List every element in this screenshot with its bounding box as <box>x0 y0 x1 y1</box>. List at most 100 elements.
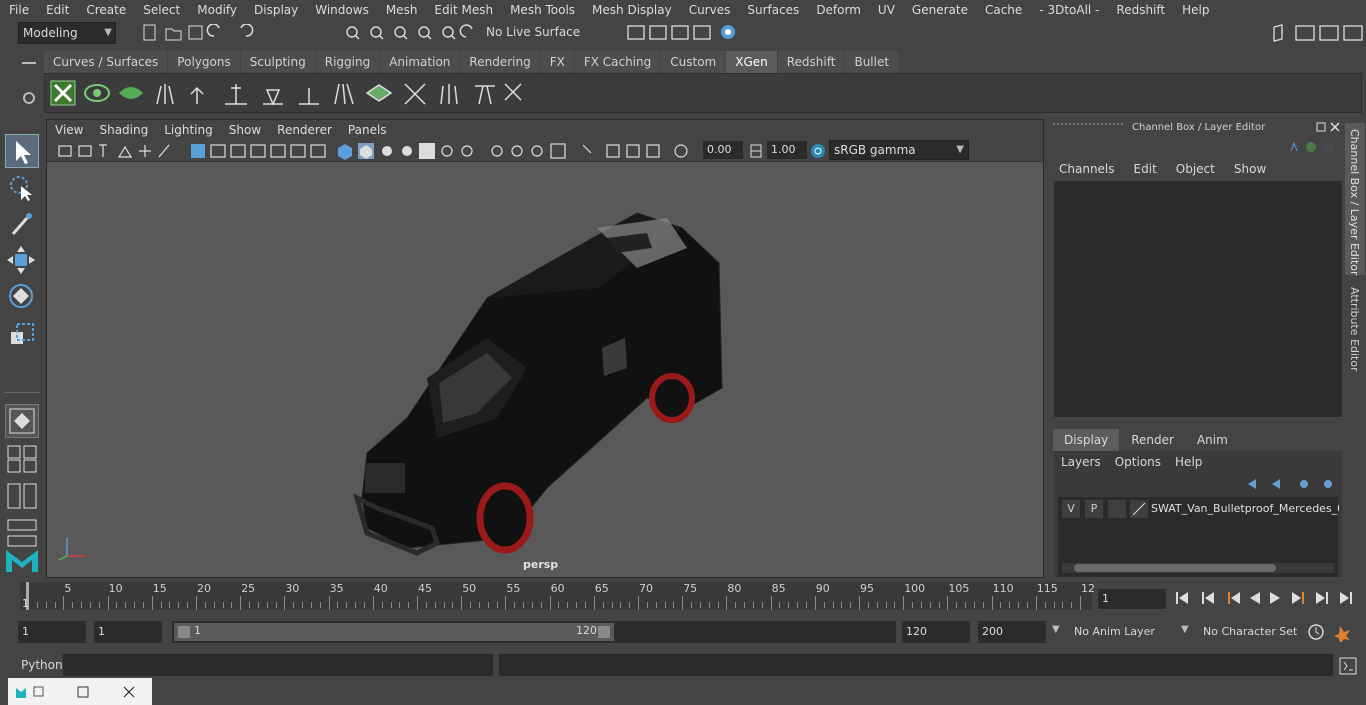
select-tool[interactable] <box>5 134 39 168</box>
viewport-menu-view[interactable]: View <box>47 123 91 137</box>
menu-modify[interactable]: Modify <box>188 0 245 20</box>
viewport-menu-panels[interactable]: Panels <box>340 123 395 137</box>
channel-box-menu-show[interactable]: Show <box>1224 159 1275 179</box>
menu-mesh-tools[interactable]: Mesh Tools <box>501 0 583 20</box>
move-tool[interactable] <box>5 244 39 278</box>
menu-help[interactable]: Help <box>1173 0 1217 20</box>
layer-scrollbar[interactable] <box>1062 563 1334 573</box>
menu-create[interactable]: Create <box>77 0 134 20</box>
playback-end-field[interactable]: 120 <box>902 621 970 643</box>
chevron-down-icon[interactable]: ▼ <box>1181 624 1189 635</box>
viewport-panel[interactable]: View Shading Lighting Show Renderer Panels <box>46 119 1044 578</box>
menu-uv[interactable]: UV <box>869 0 903 20</box>
tab-rigging[interactable]: Rigging <box>315 51 380 73</box>
colorspace-dropdown[interactable]: sRGB gamma ▼ <box>829 140 969 160</box>
tab-animation[interactable]: Animation <box>380 51 460 73</box>
layout-single-button[interactable] <box>5 404 39 438</box>
viewport-menu-lighting[interactable]: Lighting <box>156 123 221 137</box>
layer-menu-options[interactable]: Options <box>1108 451 1168 473</box>
tab-custom[interactable]: Custom <box>661 51 726 73</box>
layer-visibility-toggle[interactable]: V <box>1062 500 1080 518</box>
menu-redshift[interactable]: Redshift <box>1107 0 1173 20</box>
menu-curves[interactable]: Curves <box>680 0 739 20</box>
range-slider-track[interactable]: 1 120 <box>172 621 896 643</box>
scale-tool[interactable] <box>5 318 39 352</box>
viewport-menu-renderer[interactable]: Renderer <box>269 123 340 137</box>
color-management-icon[interactable] <box>809 142 827 160</box>
chevron-down-icon[interactable]: ▼ <box>1052 624 1060 635</box>
gamma-field[interactable]: 1.00 <box>767 141 807 159</box>
viewport-menu-show[interactable]: Show <box>221 123 269 137</box>
anim-layer-dropdown[interactable]: No Anim Layer <box>1074 625 1155 638</box>
menu-mesh[interactable]: Mesh <box>377 0 426 20</box>
menu-3dtoall[interactable]: - 3DtoAll - <box>1030 0 1107 20</box>
channel-box-menu-object[interactable]: Object <box>1166 159 1224 179</box>
step-forward-icon <box>1316 592 1328 604</box>
tab-polygons[interactable]: Polygons <box>168 51 240 73</box>
playback-start-field[interactable]: 1 <box>94 621 162 643</box>
tab-sculpting[interactable]: Sculpting <box>240 51 315 73</box>
xray-icon <box>419 143 435 159</box>
tab-curves-surfaces[interactable]: Curves / Surfaces <box>44 51 168 73</box>
channel-box-menu-channels[interactable]: Channels <box>1049 159 1124 179</box>
lasso-tool[interactable] <box>5 172 39 206</box>
scene-start-field[interactable]: 1 <box>18 621 86 643</box>
exposure-field[interactable]: 0.00 <box>703 141 743 159</box>
side-tab-channel-box[interactable]: Channel Box / Layer Editor <box>1345 123 1365 276</box>
menu-select[interactable]: Select <box>134 0 188 20</box>
menu-cache[interactable]: Cache <box>976 0 1030 20</box>
tab-bullet[interactable]: Bullet <box>845 51 899 73</box>
channel-list[interactable] <box>1054 181 1342 417</box>
range-start-grip[interactable] <box>178 626 190 638</box>
timeline-tick <box>240 596 242 610</box>
toolbox-divider <box>4 392 40 393</box>
layer-menu-layers[interactable]: Layers <box>1054 451 1108 473</box>
layer-playback-toggle[interactable]: P <box>1085 500 1103 518</box>
viewport-menu-shading[interactable]: Shading <box>91 123 156 137</box>
layer-tab-display[interactable]: Display <box>1053 429 1120 451</box>
menu-windows[interactable]: Windows <box>306 0 377 20</box>
close-icon <box>123 686 135 698</box>
character-set-dropdown[interactable]: No Character Set <box>1203 625 1297 638</box>
panel-grip <box>1053 123 1123 133</box>
timeline-tick <box>478 602 480 608</box>
command-language-label[interactable]: Python <box>21 658 63 672</box>
scene-end-field[interactable]: 200 <box>978 621 1046 643</box>
menu-file[interactable]: File <box>0 0 37 20</box>
van-model[interactable] <box>347 208 737 558</box>
tab-fx[interactable]: FX <box>540 51 574 73</box>
paint-select-tool[interactable] <box>5 208 39 242</box>
channel-box-menu-edit[interactable]: Edit <box>1124 159 1166 179</box>
mode-dropdown[interactable]: Modeling ▼ <box>18 22 116 44</box>
current-frame-field[interactable]: 1 <box>1098 589 1166 609</box>
layer-color-swatch[interactable] <box>1130 500 1148 518</box>
range-end-grip[interactable] <box>598 626 610 638</box>
menu-display[interactable]: Display <box>245 0 306 20</box>
tab-redshift[interactable]: Redshift <box>777 51 845 73</box>
range-slider-handle[interactable]: 1 120 <box>174 623 614 641</box>
menu-generate[interactable]: Generate <box>903 0 976 20</box>
layer-name[interactable]: SWAT_Van_Bulletproof_Mercedes_00 <box>1151 500 1339 518</box>
scrollbar-thumb[interactable] <box>1074 564 1276 572</box>
menu-surfaces[interactable]: Surfaces <box>738 0 807 20</box>
live-surface-label[interactable]: No Live Surface <box>486 25 580 39</box>
tab-fx-caching[interactable]: FX Caching <box>574 51 661 73</box>
menu-deform[interactable]: Deform <box>807 0 869 20</box>
layer-type-toggle[interactable] <box>1108 500 1126 518</box>
layer-menu-help[interactable]: Help <box>1168 451 1209 473</box>
time-slider[interactable]: 5 10 15 20 25 30 35 40 45 50 55 60 65 70 75 80 85 90 95 100… <box>20 582 1095 610</box>
maximize-icon <box>77 686 89 698</box>
tab-xgen[interactable]: XGen <box>726 51 777 73</box>
side-tab-attribute-editor[interactable]: Attribute Editor <box>1345 281 1365 381</box>
command-input[interactable] <box>63 654 493 676</box>
menu-mesh-display[interactable]: Mesh Display <box>583 0 680 20</box>
layer-tab-render[interactable]: Render <box>1120 429 1185 451</box>
tab-rendering[interactable]: Rendering <box>460 51 540 73</box>
layer-tab-anim[interactable]: Anim <box>1185 429 1239 451</box>
menu-edit[interactable]: Edit <box>37 0 77 20</box>
script-editor-icon[interactable] <box>1339 657 1357 675</box>
rotate-tool[interactable] <box>5 280 39 314</box>
menu-edit-mesh[interactable]: Edit Mesh <box>425 0 501 20</box>
layer-row[interactable]: V P SWAT_Van_Bulletproof_Mercedes_00 <box>1060 500 1340 518</box>
timeline-tick <box>443 602 445 608</box>
